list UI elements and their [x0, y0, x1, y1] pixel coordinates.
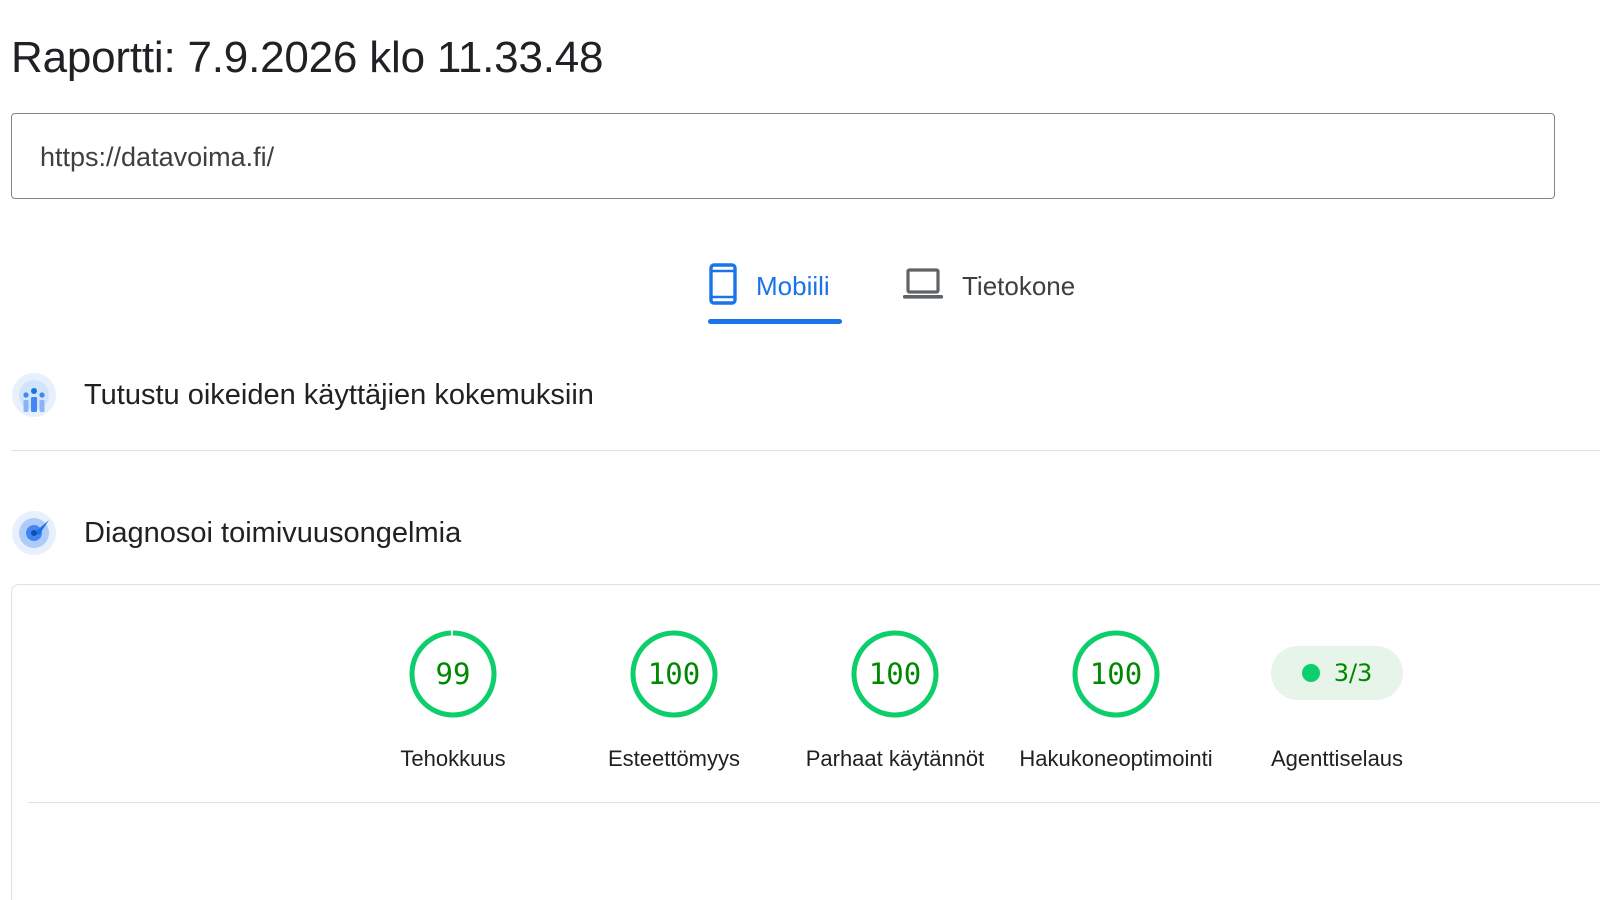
- score-gauge: 100: [849, 628, 941, 720]
- crux-users-icon: [11, 372, 57, 418]
- score-value: 99: [435, 657, 471, 691]
- active-tab-indicator: [708, 319, 842, 324]
- device-tabs: Mobiili Tietokone: [0, 248, 1600, 328]
- score-seo[interactable]: 100 Hakukoneoptimointi: [1016, 628, 1216, 773]
- agent-browsing-label: Agenttiselaus: [1270, 746, 1404, 771]
- score-best-practices[interactable]: 100 Parhaat käytännöt: [795, 628, 995, 773]
- page-title: Raportti: 7.9.2026 klo 11.33.48: [11, 33, 604, 82]
- lighthouse-compass-icon: [11, 510, 57, 556]
- score-agent-browsing[interactable]: 3/3 Agenttiselaus: [1237, 628, 1437, 773]
- url-field[interactable]: [11, 113, 1555, 199]
- score-value: 100: [868, 657, 922, 691]
- agent-browsing-badge: 3/3: [1271, 646, 1403, 700]
- score-label: Hakukoneoptimointi: [1019, 746, 1213, 771]
- score-label: Tehokkuus: [400, 746, 506, 771]
- tab-desktop[interactable]: Tietokone: [902, 248, 1088, 324]
- score-gauge: 99: [407, 628, 499, 720]
- tab-mobile-label: Mobiili: [756, 271, 830, 301]
- real-users-title: Tutustu oikeiden käyttäjien kokemuksiin: [84, 379, 594, 411]
- tab-desktop-label: Tietokone: [962, 271, 1076, 301]
- section-divider: [11, 450, 1600, 451]
- score-value: 100: [647, 657, 701, 691]
- score-label: Esteettömyys: [607, 746, 741, 771]
- score-accessibility[interactable]: 100 Esteettömyys: [574, 628, 774, 773]
- agent-browsing-value: 3/3: [1333, 659, 1373, 687]
- url-input[interactable]: [40, 138, 1520, 176]
- card-divider: [28, 802, 1600, 803]
- score-value: 100: [1089, 657, 1143, 691]
- diagnose-title: Diagnosoi toimivuusongelmia: [84, 517, 462, 549]
- score-gauge: 100: [1070, 628, 1162, 720]
- score-performance[interactable]: 99 Tehokkuus: [353, 628, 553, 773]
- tab-mobile[interactable]: Mobiili: [708, 248, 842, 324]
- laptop-icon: [902, 267, 944, 306]
- score-gauge: 100: [628, 628, 720, 720]
- real-users-section[interactable]: Tutustu oikeiden käyttäjien kokemuksiin: [11, 370, 1600, 420]
- pass-dot-icon: [1301, 664, 1320, 682]
- score-label: Parhaat käytännöt: [805, 746, 985, 771]
- report-page: Raportti: 7.9.2026 klo 11.33.48 Mobiili: [0, 0, 1600, 900]
- diagnose-section[interactable]: Diagnosoi toimivuusongelmia: [11, 508, 1600, 558]
- smartphone-icon: [708, 262, 738, 310]
